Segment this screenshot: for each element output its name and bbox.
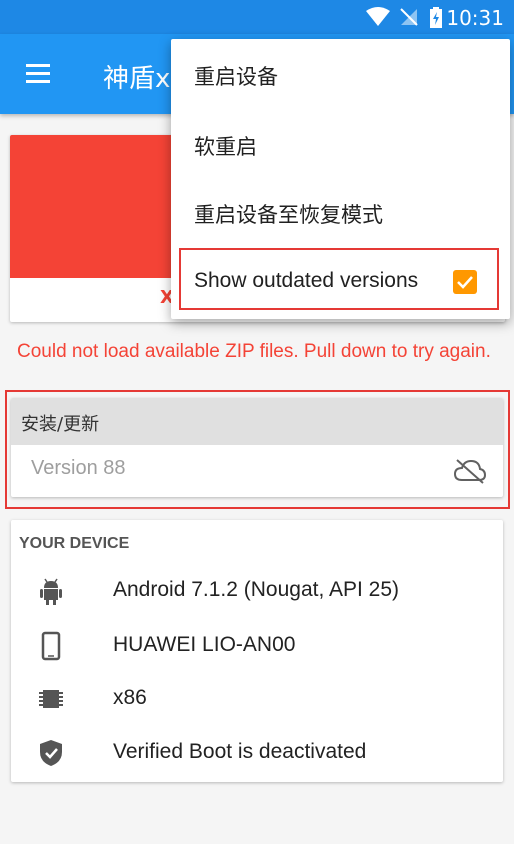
menu-item-reboot[interactable]: 重启设备	[171, 39, 510, 107]
android-version: Android 7.1.2 (Nougat, API 25)	[113, 578, 400, 601]
menu-item-label: 重启设备	[194, 66, 278, 89]
menu-item-soft-reboot[interactable]: 软重启	[171, 109, 510, 177]
status-bar: 10:31	[0, 0, 514, 34]
menu-item-label: 软重启	[194, 136, 257, 159]
menu-item-highlight	[179, 248, 499, 310]
error-message: Could not load available ZIP files. Pull…	[17, 341, 491, 362]
battery-charging-icon	[430, 7, 442, 28]
shield-check-icon	[40, 740, 62, 766]
app-title: 神盾x	[103, 64, 171, 94]
android-icon	[40, 578, 62, 605]
device-model: HUAWEI LIO-AN00	[113, 633, 296, 656]
device-row-android: Android 7.1.2 (Nougat, API 25)	[11, 570, 503, 610]
menu-item-reboot-recovery[interactable]: 重启设备至恢复模式	[171, 177, 510, 245]
device-row-verified-boot: Verified Boot is deactivated	[11, 732, 503, 772]
chip-icon	[39, 690, 63, 708]
wifi-icon	[366, 7, 390, 26]
menu-item-label: 重启设备至恢复模式	[194, 204, 383, 227]
device-info-card: YOUR DEVICE Android 7.1.2 (Nougat, API 2…	[11, 520, 503, 782]
device-title: YOUR DEVICE	[19, 535, 130, 552]
device-row-model: HUAWEI LIO-AN00	[11, 625, 503, 665]
device-architecture: x86	[113, 686, 147, 709]
no-sim-icon	[400, 8, 418, 26]
status-time: 10:31	[446, 6, 504, 30]
verified-boot-status: Verified Boot is deactivated	[113, 740, 367, 763]
phone-icon	[41, 631, 61, 661]
hamburger-menu-icon[interactable]	[26, 64, 50, 84]
device-row-arch: x86	[11, 678, 503, 718]
install-card-highlight	[5, 390, 510, 509]
